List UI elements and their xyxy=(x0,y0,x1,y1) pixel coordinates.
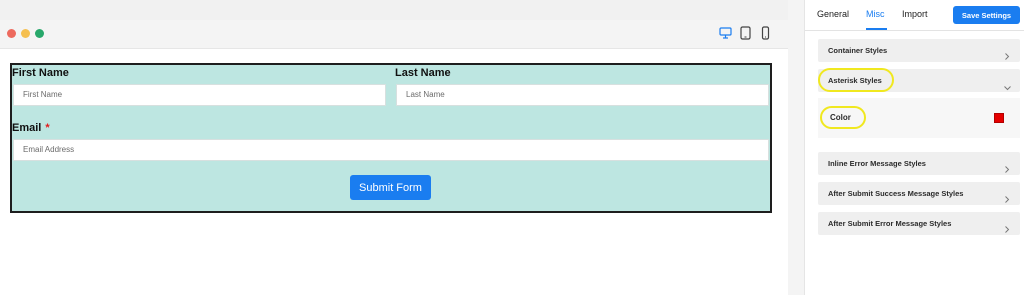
active-tab-indicator xyxy=(866,28,887,30)
settings-panel: General Misc Import Save Settings Contai… xyxy=(804,0,1024,295)
color-highlight xyxy=(820,106,866,129)
mobile-icon[interactable] xyxy=(759,26,772,40)
first-name-input[interactable]: First Name xyxy=(13,84,386,106)
chevron-right-icon xyxy=(1004,190,1010,203)
device-switcher xyxy=(719,26,772,40)
panel-separator xyxy=(788,0,804,295)
window-minimize-dot xyxy=(21,29,30,38)
inline-error-styles-section[interactable]: Inline Error Message Styles xyxy=(818,152,1020,175)
email-input[interactable]: Email Address xyxy=(13,139,769,161)
tab-general[interactable]: General xyxy=(817,9,849,19)
preview-frame: First Name Last Name First Name Last Nam… xyxy=(0,20,788,295)
tab-misc[interactable]: Misc xyxy=(866,9,885,19)
desktop-icon[interactable] xyxy=(719,26,732,40)
asterisk-color-swatch[interactable] xyxy=(994,113,1004,123)
required-asterisk: * xyxy=(45,122,50,134)
asterisk-styles-panel: Color xyxy=(818,98,1020,138)
form-preview-area: First Name Last Name First Name Last Nam… xyxy=(0,0,788,295)
window-close-dot xyxy=(7,29,16,38)
settings-tabs: General Misc Import Save Settings xyxy=(805,0,1024,31)
save-settings-button[interactable]: Save Settings xyxy=(953,6,1020,24)
error-message-styles-section[interactable]: After Submit Error Message Styles xyxy=(818,212,1020,235)
asterisk-styles-highlight xyxy=(818,68,894,92)
container-styles-label: Container Styles xyxy=(828,46,888,55)
email-label-text: Email xyxy=(12,122,42,134)
browser-bar xyxy=(0,20,788,49)
tab-import[interactable]: Import xyxy=(902,9,928,19)
container-styles-section[interactable]: Container Styles xyxy=(818,39,1020,62)
chevron-down-icon xyxy=(1004,78,1011,91)
chevron-right-icon xyxy=(1004,160,1010,173)
first-name-label: First Name xyxy=(12,67,69,79)
success-message-styles-label: After Submit Success Message Styles xyxy=(828,189,964,198)
preview-top-gutter xyxy=(0,0,788,20)
success-message-styles-section[interactable]: After Submit Success Message Styles xyxy=(818,182,1020,205)
last-name-label: Last Name xyxy=(395,67,451,79)
inline-error-styles-label: Inline Error Message Styles xyxy=(828,159,926,168)
form-container: First Name Last Name First Name Last Nam… xyxy=(10,63,772,213)
email-label: Email * xyxy=(12,122,50,134)
window-maximize-dot xyxy=(35,29,44,38)
chevron-right-icon xyxy=(1004,47,1010,60)
tablet-icon[interactable] xyxy=(739,26,752,40)
last-name-input[interactable]: Last Name xyxy=(396,84,769,106)
submit-form-button[interactable]: Submit Form xyxy=(350,175,431,200)
error-message-styles-label: After Submit Error Message Styles xyxy=(828,219,952,228)
chevron-right-icon xyxy=(1004,220,1010,233)
